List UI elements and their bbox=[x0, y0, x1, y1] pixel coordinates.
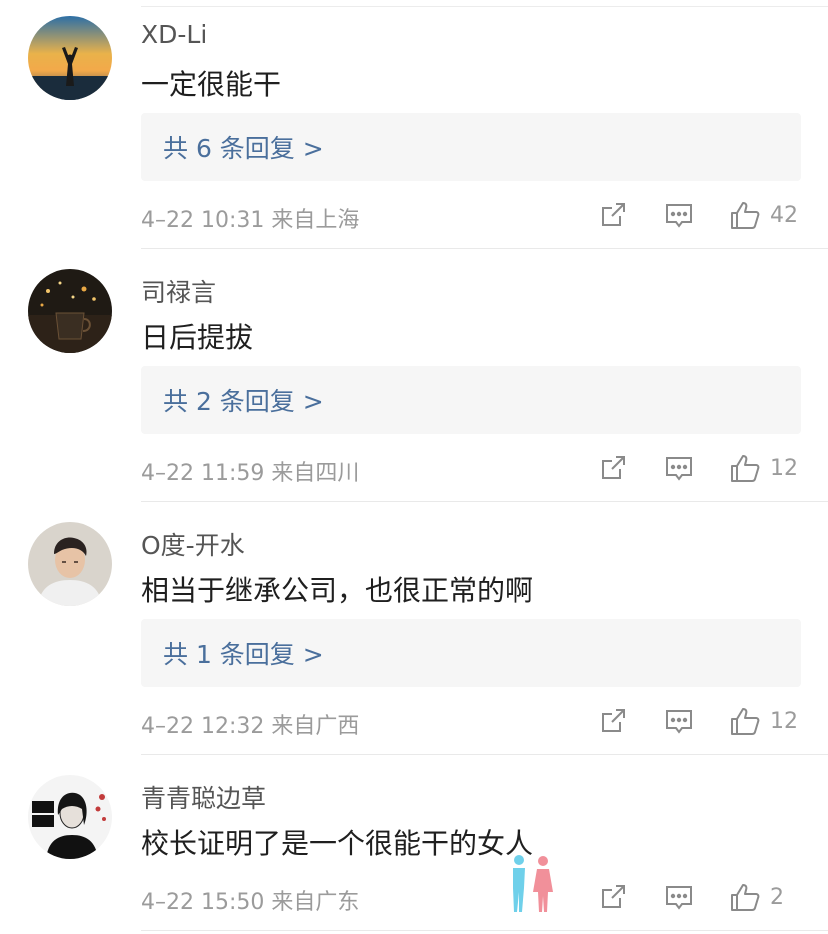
username[interactable]: O度-开水 bbox=[141, 526, 245, 562]
comment-text: 相当于继承公司，也很正常的啊 bbox=[141, 574, 534, 607]
share-icon[interactable] bbox=[596, 451, 630, 485]
top-divider bbox=[141, 6, 828, 7]
comment-text: 校长证明了是一个很能干的女人 bbox=[141, 827, 534, 860]
username[interactable]: 青青聪边草 bbox=[141, 779, 266, 815]
share-icon[interactable] bbox=[596, 198, 630, 232]
portrait-avatar[interactable] bbox=[28, 522, 112, 606]
like-count: 42 bbox=[770, 202, 798, 228]
comment-meta: 4–22 15:50 来自广东 bbox=[141, 890, 360, 915]
comment-actions: 12 bbox=[564, 704, 800, 738]
like-icon[interactable] bbox=[728, 880, 762, 914]
comment-text: 一定很能干 bbox=[141, 68, 282, 101]
comment-icon[interactable] bbox=[662, 451, 696, 485]
view-replies-button[interactable]: 共 1 条回复 > bbox=[141, 619, 801, 687]
comment-divider bbox=[141, 930, 828, 931]
comment-meta: 4–22 11:59 来自四川 bbox=[141, 461, 360, 486]
comment-meta: 4–22 12:32 来自广西 bbox=[141, 714, 360, 739]
like-count: 12 bbox=[770, 455, 798, 481]
like-count: 2 bbox=[770, 884, 784, 910]
comment-icon[interactable] bbox=[662, 704, 696, 738]
view-replies-button[interactable]: 共 6 条回复 > bbox=[141, 113, 801, 181]
replies-label: 共 1 条回复 > bbox=[163, 640, 324, 669]
share-icon[interactable] bbox=[596, 704, 630, 738]
share-icon[interactable] bbox=[596, 880, 630, 914]
like-icon[interactable] bbox=[728, 451, 762, 485]
like-count: 12 bbox=[770, 708, 798, 734]
username[interactable]: XD-Li bbox=[141, 20, 207, 49]
comment-divider bbox=[141, 248, 828, 249]
comment-actions: 42 bbox=[564, 198, 800, 232]
comment-actions: 12 bbox=[564, 451, 800, 485]
view-replies-button[interactable]: 共 2 条回复 > bbox=[141, 366, 801, 434]
couple-figure-icon bbox=[503, 852, 559, 914]
night-cup-avatar[interactable] bbox=[28, 269, 112, 353]
comment-icon[interactable] bbox=[662, 880, 696, 914]
comment-meta: 4–22 10:31 来自上海 bbox=[141, 208, 360, 233]
comment-actions: 2 bbox=[564, 880, 800, 914]
like-icon[interactable] bbox=[728, 704, 762, 738]
like-icon[interactable] bbox=[728, 198, 762, 232]
username[interactable]: 司禄言 bbox=[141, 273, 216, 309]
comment-text: 日后提拔 bbox=[141, 321, 254, 354]
sunset-silhouette-avatar[interactable] bbox=[28, 16, 112, 100]
replies-label: 共 6 条回复 > bbox=[163, 134, 324, 163]
replies-label: 共 2 条回复 > bbox=[163, 387, 324, 416]
comment-divider bbox=[141, 501, 828, 502]
comment-icon[interactable] bbox=[662, 198, 696, 232]
comment-divider bbox=[141, 754, 828, 755]
black-white-portrait-avatar[interactable] bbox=[28, 775, 112, 859]
